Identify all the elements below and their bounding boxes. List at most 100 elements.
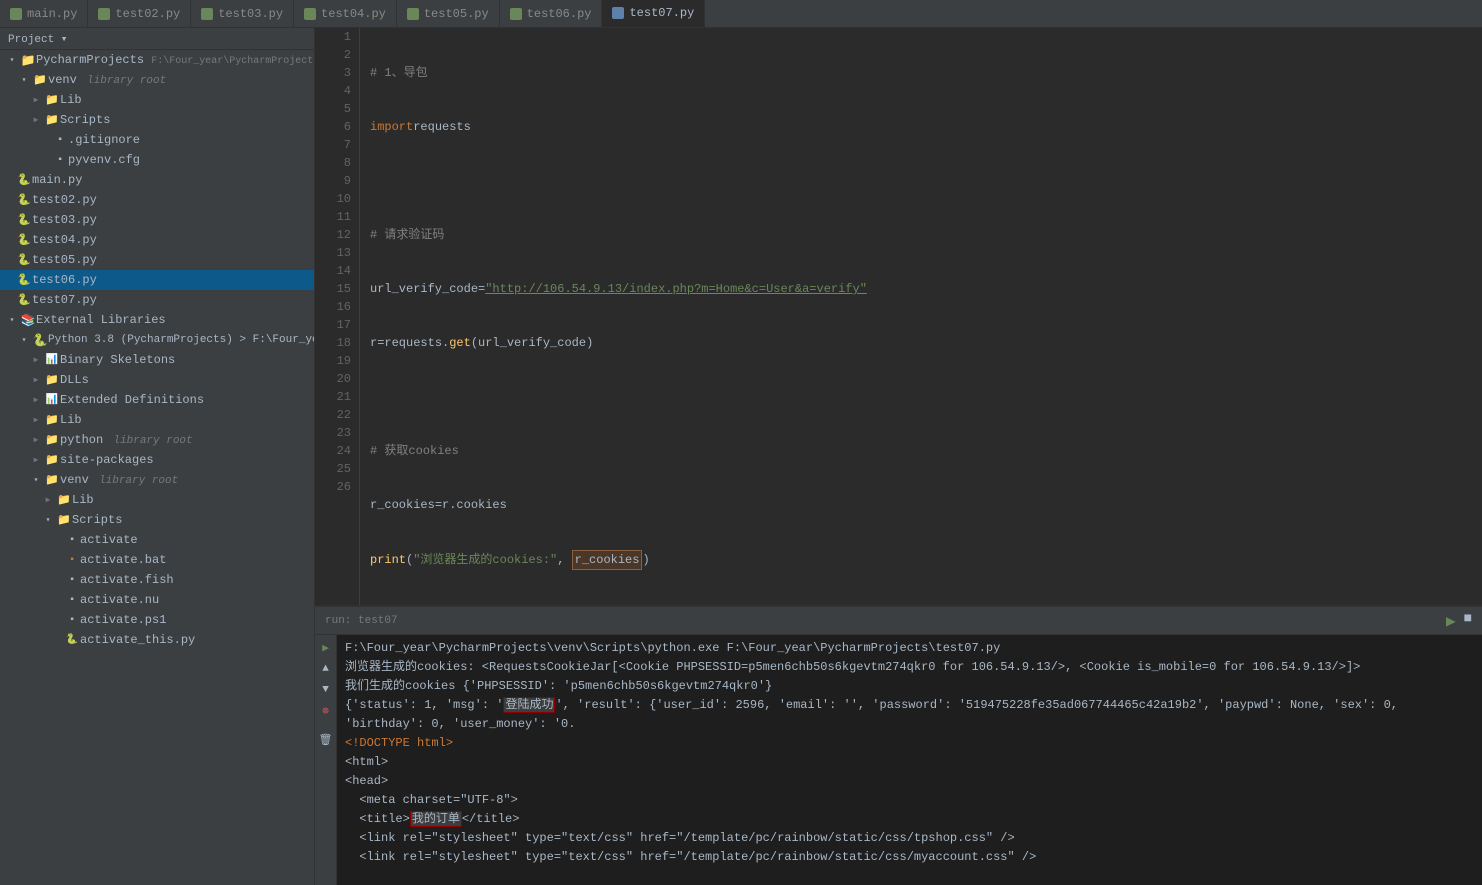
terminal-line-1: F:\Four_year\PycharmProjects\venv\Script… <box>345 639 1474 658</box>
sidebar-item-binary-skeletons[interactable]: ▶ 📊 Binary Skeletons <box>0 350 314 370</box>
sidebar-item-python-lib[interactable]: ▶ 📁 python library root <box>0 430 314 450</box>
sidebar-item-label: PycharmProjects F:\Four_year\PycharmProj… <box>36 53 314 67</box>
terminal-line-4: {'status': 1, 'msg': '登陆成功', 'result': {… <box>345 696 1474 734</box>
editor-area: 12345 678910 1112131415 1617181920 21222… <box>315 28 1482 605</box>
tab-test02-py[interactable]: test02.py <box>88 0 191 27</box>
trash-btn[interactable]: 🗑 <box>317 731 335 749</box>
sidebar-item-main-py[interactable]: 🐍 main.py <box>0 170 314 190</box>
sidebar-item-label: activate.bat <box>80 553 166 567</box>
sidebar-item-test02[interactable]: 🐍 test02.py <box>0 190 314 210</box>
fish-file-icon: ▪ <box>64 572 80 588</box>
sidebar-item-label: activate_this.py <box>80 633 195 647</box>
py-icon: 🐍 <box>16 292 32 308</box>
sidebar-item-lib2[interactable]: ▶ 📁 Lib <box>0 410 314 430</box>
sidebar-item-python38[interactable]: ▾ 🐍 Python 3.8 (PycharmProjects) > F:\Fo… <box>0 330 314 350</box>
sidebar-item-label: venv library root <box>48 73 166 87</box>
sidebar-item-activate-fish[interactable]: ▪ activate.fish <box>0 570 314 590</box>
code-line-3 <box>370 172 1472 190</box>
run-button[interactable]: ▶ <box>1446 611 1456 631</box>
stop-button[interactable]: ■ <box>1464 611 1472 631</box>
py-icon: 🐍 <box>64 632 80 648</box>
sidebar-item-test07[interactable]: 🐍 test07.py <box>0 290 314 310</box>
tab-label: test07.py <box>629 6 694 20</box>
lib-folder-icon: 📊 <box>44 352 60 368</box>
tab-test04-py[interactable]: test04.py <box>294 0 397 27</box>
code-line-8: # 获取cookies <box>370 442 1472 460</box>
folder-icon: 📁 <box>56 492 72 508</box>
tab-bar: main.py test02.py test03.py test04.py te… <box>0 0 1482 28</box>
sidebar-item-activate[interactable]: ▪ activate <box>0 530 314 550</box>
run-btn[interactable]: ▶ <box>317 639 335 657</box>
sidebar-item-venv2[interactable]: ▾ 📁 venv library root <box>0 470 314 490</box>
terminal-line-2: 浏览器生成的cookies: <RequestsCookieJar[<Cooki… <box>345 658 1474 677</box>
file-icon: ▪ <box>52 132 68 148</box>
up-btn[interactable]: ▲ <box>317 660 335 678</box>
sidebar-item-activate-bat[interactable]: ▪ activate.bat <box>0 550 314 570</box>
code-editor[interactable]: # 1、导包 import requests # 请求验证码 url_verif… <box>360 28 1482 605</box>
sidebar-item-label: main.py <box>32 173 82 187</box>
sidebar-item-scripts2[interactable]: ▾ 📁 Scripts <box>0 510 314 530</box>
sidebar-item-label: test07.py <box>32 293 97 307</box>
tab-test03-py[interactable]: test03.py <box>191 0 294 27</box>
code-line-6: r = requests.get(url_verify_code) <box>370 334 1472 352</box>
sidebar-item-label: Binary Skeletons <box>60 353 175 367</box>
code-line-1: # 1、导包 <box>370 64 1472 82</box>
folder-icon: 📁 <box>44 412 60 428</box>
folder-icon: 📁 <box>56 512 72 528</box>
py-icon: 🐍 <box>16 172 32 188</box>
folder-icon: 📁 <box>44 372 60 388</box>
sidebar-item-test06[interactable]: 🐍 test06.py <box>0 270 314 290</box>
sidebar-item-pyvenv[interactable]: ▪ pyvenv.cfg <box>0 150 314 170</box>
folder-icon: 📁 <box>32 72 48 88</box>
sidebar-item-test05[interactable]: 🐍 test05.py <box>0 250 314 270</box>
expand-icon: ▾ <box>16 72 32 88</box>
tab-test05-py[interactable]: test05.py <box>397 0 500 27</box>
sidebar-item-lib3[interactable]: ▶ 📁 Lib <box>0 490 314 510</box>
tab-main-py[interactable]: main.py <box>0 0 88 27</box>
sidebar-item-test04[interactable]: 🐍 test04.py <box>0 230 314 250</box>
sidebar-item-dlls[interactable]: ▶ 📁 DLLs <box>0 370 314 390</box>
sidebar-item-venv[interactable]: ▾ 📁 venv library root <box>0 70 314 90</box>
tab-test06-py[interactable]: test06.py <box>500 0 603 27</box>
bat-file-icon: ▪ <box>64 552 80 568</box>
down-btn[interactable]: ▼ <box>317 681 335 699</box>
sidebar-item-activate-this[interactable]: 🐍 activate_this.py <box>0 630 314 650</box>
sidebar-item-activate-ps1[interactable]: ▪ activate.ps1 <box>0 610 314 630</box>
tab-label: test04.py <box>321 7 386 21</box>
run-label: run: test07 <box>325 615 398 627</box>
terminal-line-8: <meta charset="UTF-8"> <box>345 791 1474 810</box>
py-file-icon <box>10 8 22 20</box>
tab-test07-py[interactable]: test07.py <box>602 0 705 27</box>
sidebar-item-label: Python 3.8 (PycharmProjects) > F:\Four_y… <box>48 334 314 346</box>
expand-icon: ▶ <box>28 112 44 128</box>
sidebar-item-test03[interactable]: 🐍 test03.py <box>0 210 314 230</box>
expand-icon: ▶ <box>28 432 44 448</box>
sidebar-item-activate-nu[interactable]: ▪ activate.nu <box>0 590 314 610</box>
sidebar-item-scripts[interactable]: ▶ 📁 Scripts <box>0 110 314 130</box>
sidebar-item-label: activate.nu <box>80 593 159 607</box>
sidebar-item-label: Lib <box>72 493 94 507</box>
sidebar-item-extended-defs[interactable]: ▶ 📊 Extended Definitions <box>0 390 314 410</box>
expand-icon: ▶ <box>28 92 44 108</box>
sidebar-item-label: Extended Definitions <box>60 393 204 407</box>
sidebar-item-lib[interactable]: ▶ 📁 Lib <box>0 90 314 110</box>
terminal-content: F:\Four_year\PycharmProjects\venv\Script… <box>337 635 1482 885</box>
sidebar-item-label: test06.py <box>32 273 97 287</box>
code-line-10: print("浏览器生成的cookies:", r_cookies) <box>370 550 1472 570</box>
expand-icon: ▶ <box>40 492 56 508</box>
stop-run-btn[interactable]: ⊗ <box>317 702 335 720</box>
folder-icon: 📁 <box>44 112 60 128</box>
sidebar-item-gitignore[interactable]: ▪ .gitignore <box>0 130 314 150</box>
py-file-icon <box>510 8 522 20</box>
sidebar-item-pycharmprojects[interactable]: ▾ 📁 PycharmProjects F:\Four_year\Pycharm… <box>0 50 314 70</box>
sidebar-item-label: Scripts <box>60 113 110 127</box>
project-header-label: Project ▾ <box>8 32 67 46</box>
terminal-line-6: <html> <box>345 753 1474 772</box>
expand-icon: ▶ <box>28 352 44 368</box>
sidebar-item-external-libs[interactable]: ▾ 📚 External Libraries <box>0 310 314 330</box>
sidebar-item-label: Scripts <box>72 513 122 527</box>
sidebar-item-label: .gitignore <box>68 133 140 147</box>
sidebar-item-site-packages[interactable]: ▶ 📁 site-packages <box>0 450 314 470</box>
terminal-line-9: <title>我的订单</title> <box>345 810 1474 829</box>
terminal-line-5: <!DOCTYPE html> <box>345 734 1474 753</box>
